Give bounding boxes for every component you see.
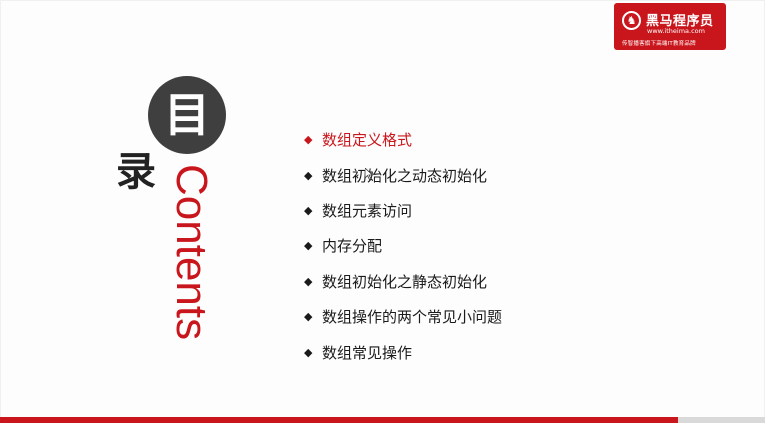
diamond-bullet-icon: ◆ [304,239,313,253]
diamond-bullet-icon: ◆ [304,168,313,182]
diamond-bullet-icon: ◆ [304,133,313,147]
toc-item-label: 数组定义格式 [322,131,413,150]
table-of-contents: ◆ 数组定义格式 ◆ 数组初始化之动态初始化 ◆ 数组元素访问 ◆ 内存分配 ◆… [304,122,502,370]
diamond-bullet-icon: ◆ [304,203,313,217]
toc-item[interactable]: ◆ 数组初始化之动态初始化 [304,157,502,192]
diamond-bullet-icon: ◆ [304,274,313,288]
brand-logo: ♞ 黑马程序员 www.itheima.com 传智播客旗下高端IT教育品牌 [614,3,726,50]
toc-item-label: 数组常见操作 [322,343,413,362]
toc-item-label: 数组初始化之动态初始化 [322,166,488,185]
brand-slogan: 传智播客旗下高端IT教育品牌 [622,41,696,47]
bottom-bar-end [678,417,765,423]
toc-item-label: 数组操作的两个常见小问题 [322,308,503,327]
horse-logo-icon: ♞ [622,11,641,30]
mouse-cursor-icon [365,168,373,180]
toc-item-label: 内存分配 [322,237,383,256]
brand-url: www.itheima.com [647,27,705,35]
toc-item-label: 数组初始化之静态初始化 [322,272,488,291]
toc-item-label: 数组元素访问 [322,201,413,220]
toc-item[interactable]: ◆ 数组操作的两个常见小问题 [304,299,502,334]
diamond-bullet-icon: ◆ [304,310,313,324]
contents-vertical-label: Contents [167,164,216,341]
toc-item[interactable]: ◆ 数组初始化之静态初始化 [304,264,502,299]
slide: ♞ 黑马程序员 www.itheima.com 传智播客旗下高端IT教育品牌 目… [0,0,765,423]
toc-item[interactable]: ◆ 内存分配 [304,228,502,263]
diamond-bullet-icon: ◆ [304,345,313,359]
toc-item[interactable]: ◆ 数组定义格式 [304,122,502,157]
toc-item[interactable]: ◆ 数组常见操作 [304,334,502,369]
toc-item[interactable]: ◆ 数组元素访问 [304,193,502,228]
title-char-mu: 目 [164,88,210,142]
title-circle: 目 [148,76,226,154]
bottom-accent-bar [0,417,765,423]
title-char-lu: 录 [116,149,156,195]
